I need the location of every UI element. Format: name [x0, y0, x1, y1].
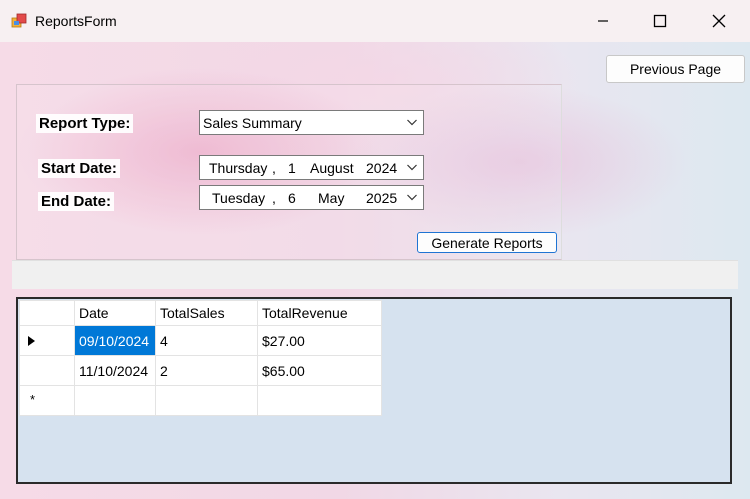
row-header[interactable]: * [19, 385, 75, 416]
start-year[interactable]: 2024 [366, 160, 397, 176]
row-header[interactable] [19, 325, 75, 356]
new-row[interactable]: * [19, 385, 382, 416]
chevron-down-icon[interactable] [406, 161, 418, 173]
table-cell-totalrevenue[interactable]: $27.00 [257, 325, 382, 356]
minimize-icon [598, 20, 608, 22]
start-month[interactable]: August [310, 160, 354, 176]
end-day[interactable]: 6 [288, 190, 296, 206]
table-cell-date[interactable]: 11/10/2024 [74, 355, 156, 386]
table-cell-totalsales[interactable]: 2 [155, 355, 258, 386]
reports-data-grid[interactable]: Date TotalSales TotalRevenue 09/10/2024 … [16, 297, 732, 484]
chevron-down-icon[interactable] [406, 191, 418, 203]
title-bar: ReportsForm [0, 0, 750, 42]
chevron-down-icon [407, 119, 417, 126]
generate-reports-button[interactable]: Generate Reports [417, 232, 557, 253]
table-cell-totalrevenue[interactable] [257, 385, 382, 416]
end-date-label: End Date: [38, 192, 115, 211]
table-row[interactable]: 11/10/2024 2 $65.00 [19, 355, 382, 386]
row-header[interactable] [19, 355, 75, 386]
start-date-label: Start Date: [38, 159, 120, 178]
close-button[interactable] [690, 0, 748, 42]
minimize-button[interactable] [574, 0, 632, 42]
form-client-area: Previous Page Report Type: Sales Summary… [0, 42, 750, 499]
grid-header-row: Date TotalSales TotalRevenue [19, 300, 382, 326]
new-row-marker: * [30, 392, 36, 407]
report-type-value: Sales Summary [203, 115, 302, 131]
grid-corner-cell[interactable] [19, 300, 75, 326]
report-type-label: Report Type: [36, 114, 134, 133]
grid-table: Date TotalSales TotalRevenue 09/10/2024 … [19, 300, 382, 416]
report-type-select[interactable]: Sales Summary [199, 110, 424, 135]
maximize-icon [653, 14, 667, 28]
column-header-totalrevenue[interactable]: TotalRevenue [257, 300, 382, 326]
start-separator: , [272, 160, 276, 176]
end-separator: , [272, 190, 276, 206]
end-month[interactable]: May [318, 190, 344, 206]
maximize-button[interactable] [631, 0, 689, 42]
window-title: ReportsForm [35, 13, 117, 29]
start-date-picker[interactable]: Thursday , 1 August 2024 [199, 155, 424, 180]
end-year[interactable]: 2025 [366, 190, 397, 206]
start-weekday[interactable]: Thursday [209, 160, 267, 176]
table-cell-date[interactable]: 09/10/2024 [74, 325, 156, 356]
table-cell-totalrevenue[interactable]: $65.00 [257, 355, 382, 386]
column-header-date[interactable]: Date [74, 300, 156, 326]
column-header-totalsales[interactable]: TotalSales [155, 300, 258, 326]
table-cell-totalsales[interactable] [155, 385, 258, 416]
app-form-icon [11, 13, 27, 28]
start-day[interactable]: 1 [288, 160, 296, 176]
end-weekday[interactable]: Tuesday [212, 190, 265, 206]
close-icon [712, 14, 726, 28]
table-cell-totalsales[interactable]: 4 [155, 325, 258, 356]
previous-page-button[interactable]: Previous Page [606, 55, 745, 83]
end-date-picker[interactable]: Tuesday , 6 May 2025 [199, 185, 424, 210]
current-row-arrow-icon [28, 336, 35, 346]
separator-band [12, 260, 738, 289]
table-row[interactable]: 09/10/2024 4 $27.00 [19, 325, 382, 356]
table-cell-date[interactable] [74, 385, 156, 416]
